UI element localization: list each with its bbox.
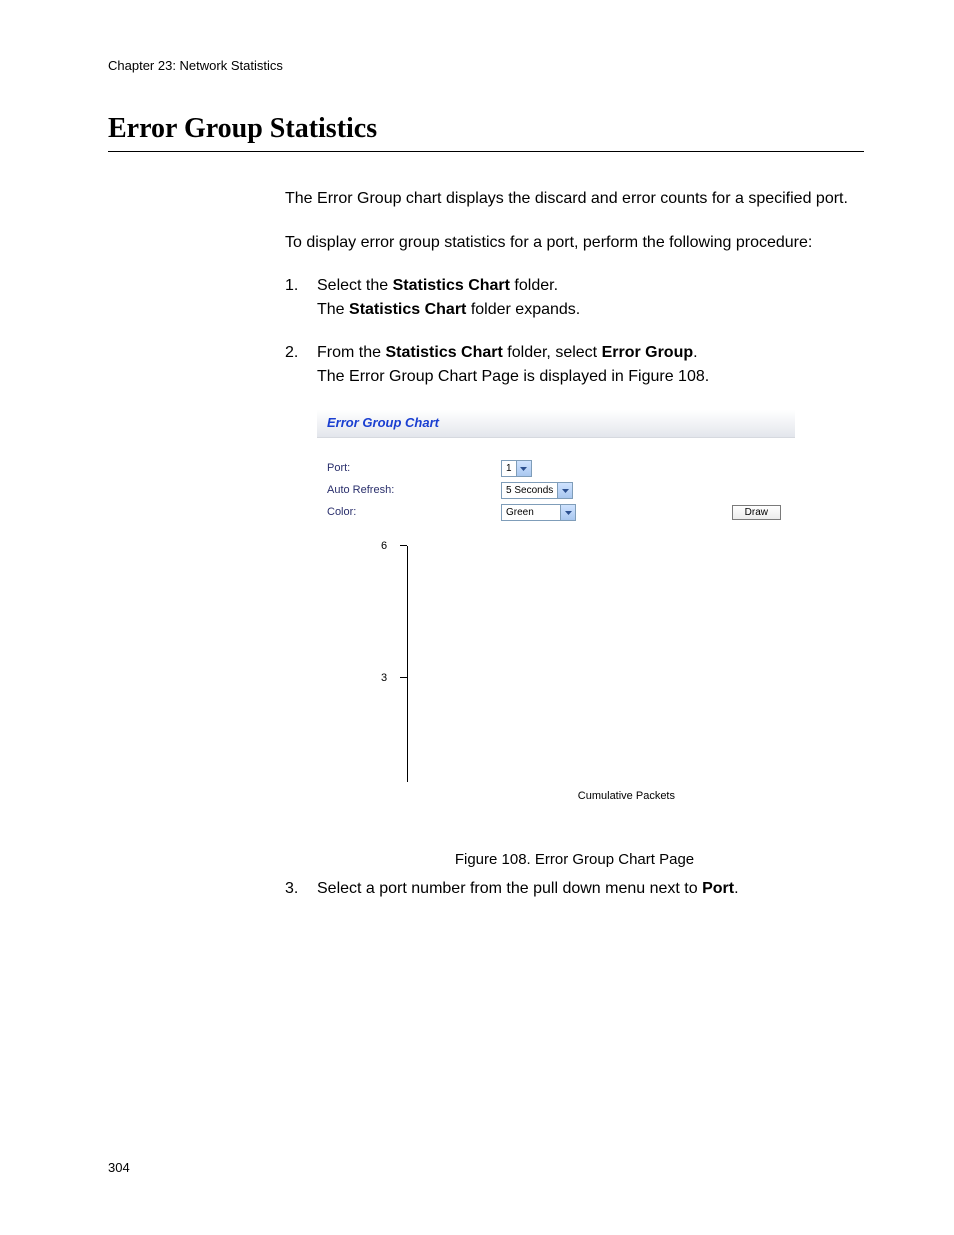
text: folder, select bbox=[503, 344, 602, 361]
color-select[interactable]: Green bbox=[501, 504, 576, 521]
step-3: 3. Select a port number from the pull do… bbox=[285, 878, 864, 900]
bold-text: Port bbox=[702, 880, 734, 897]
section-title: Error Group Statistics bbox=[108, 113, 864, 152]
chart-y-tick-label: 6 bbox=[381, 539, 387, 554]
step-number: 1. bbox=[285, 275, 307, 320]
bold-text: Statistics Chart bbox=[393, 277, 510, 294]
step-2: 2. From the Statistics Chart folder, sel… bbox=[285, 342, 864, 387]
text: The Error Group Chart Page is displayed … bbox=[317, 366, 864, 388]
figure-screenshot: Error Group Chart Port: 1 Auto Refresh: bbox=[317, 410, 795, 810]
text: folder expands. bbox=[466, 301, 580, 318]
chart-tick bbox=[400, 545, 407, 546]
procedure-paragraph: To display error group statistics for a … bbox=[285, 232, 864, 254]
auto-refresh-value: 5 Seconds bbox=[502, 484, 557, 498]
text: Select a port number from the pull down … bbox=[317, 880, 702, 897]
text: . bbox=[734, 880, 738, 897]
chart-tick bbox=[400, 677, 407, 678]
figure-caption: Figure 108. Error Group Chart Page bbox=[285, 850, 864, 870]
chart: 6 3 Cumulative Packets bbox=[327, 542, 785, 802]
chart-y-tick-label: 3 bbox=[381, 671, 387, 686]
intro-paragraph: The Error Group chart displays the disca… bbox=[285, 188, 864, 210]
port-select-value: 1 bbox=[502, 462, 516, 476]
bold-text: Error Group bbox=[602, 344, 694, 361]
figure-panel-title: Error Group Chart bbox=[327, 414, 439, 432]
step-number: 2. bbox=[285, 342, 307, 387]
chart-y-axis bbox=[407, 546, 408, 782]
port-label: Port: bbox=[327, 461, 501, 476]
chevron-down-icon bbox=[560, 505, 575, 520]
chevron-down-icon bbox=[557, 483, 572, 498]
text: From the bbox=[317, 344, 385, 361]
chevron-down-icon bbox=[516, 461, 531, 476]
figure-panel-header: Error Group Chart bbox=[317, 410, 795, 438]
auto-refresh-label: Auto Refresh: bbox=[327, 483, 501, 498]
page-number: 304 bbox=[108, 1160, 130, 1175]
bold-text: Statistics Chart bbox=[349, 301, 466, 318]
text: folder. bbox=[510, 277, 558, 294]
text: . bbox=[693, 344, 697, 361]
step-number: 3. bbox=[285, 878, 307, 900]
bold-text: Statistics Chart bbox=[385, 344, 502, 361]
color-label: Color: bbox=[327, 505, 501, 520]
text: The bbox=[317, 301, 349, 318]
chart-x-label: Cumulative Packets bbox=[578, 789, 675, 804]
color-select-value: Green bbox=[502, 506, 560, 520]
port-select[interactable]: 1 bbox=[501, 460, 532, 477]
text: Select the bbox=[317, 277, 393, 294]
body-content: The Error Group chart displays the disca… bbox=[285, 188, 864, 899]
draw-button[interactable]: Draw bbox=[732, 505, 781, 520]
chapter-header: Chapter 23: Network Statistics bbox=[108, 58, 864, 73]
auto-refresh-select[interactable]: 5 Seconds bbox=[501, 482, 573, 499]
step-1: 1. Select the Statistics Chart folder. T… bbox=[285, 275, 864, 320]
